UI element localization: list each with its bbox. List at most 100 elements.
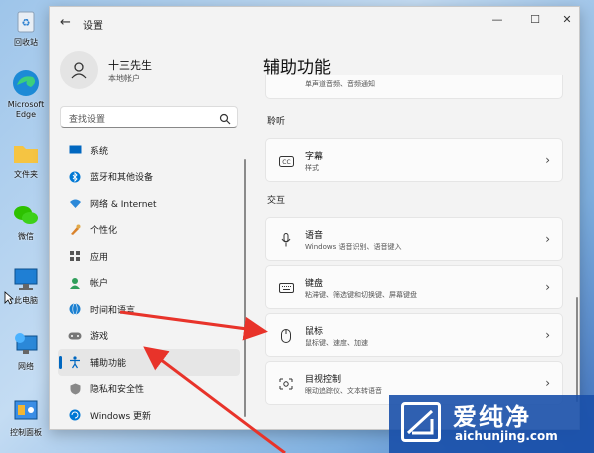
keyboard-icon	[278, 280, 294, 296]
card-title: 目视控制	[305, 375, 342, 385]
sidebar-item-accounts[interactable]: 帐户	[58, 270, 240, 297]
sidebar-item-accessibility[interactable]: 辅助功能	[58, 349, 240, 376]
desktop-icon-label: Microsoft Edge	[7, 100, 45, 119]
desktop-icon-network[interactable]: 网络	[4, 330, 48, 372]
sidebar-item-label: Windows 更新	[90, 411, 152, 422]
content-scrollbar[interactable]	[576, 297, 578, 402]
desktop-icon-wechat[interactable]: 微信	[4, 200, 48, 242]
update-icon	[68, 408, 82, 422]
svg-text:CC: CC	[282, 159, 290, 166]
sidebar-nav: 系统 蓝牙和其他设备 网络 & Internet 个性化 应用 帐户 时间和语言	[58, 137, 240, 429]
desktop-icon-label: 控制面板	[10, 428, 42, 437]
account-icon	[68, 276, 82, 290]
keyboard-card[interactable]: 键盘 粘滞键、筛选键和切换键、屏幕键盘 ›	[265, 265, 563, 309]
sidebar-item-privacy[interactable]: 隐私和安全性	[58, 376, 240, 403]
back-arrow-icon[interactable]: ←	[60, 15, 71, 30]
desktop-icon-label: 文件夹	[14, 170, 38, 179]
bluetooth-icon	[68, 170, 82, 184]
audio-card[interactable]: 单声道音频、音频通知	[265, 75, 563, 99]
this-pc-icon	[11, 264, 41, 294]
sidebar-item-network[interactable]: 网络 & Internet	[58, 190, 240, 217]
sidebar-item-label: 蓝牙和其他设备	[90, 173, 154, 184]
card-title: 鼠标	[305, 327, 324, 337]
mouse-cursor	[4, 290, 15, 309]
eye-control-icon	[278, 376, 294, 392]
chevron-right-icon: ›	[545, 232, 550, 246]
card-title: 语音	[305, 231, 324, 241]
system-icon	[68, 143, 82, 157]
mouse-card[interactable]: 鼠标 鼠标键、速度、加速 ›	[265, 313, 563, 357]
wifi-icon	[68, 196, 82, 210]
title-bar: ← 设置 — ☐ ✕	[50, 7, 579, 39]
sidebar-item-label: 帐户	[90, 279, 109, 290]
card-subtitle: 粘滞键、筛选键和切换键、屏幕键盘	[305, 291, 417, 299]
card-title: 键盘	[305, 279, 324, 289]
sidebar-item-personalization[interactable]: 个性化	[58, 217, 240, 244]
desktop-icon-folder[interactable]: 文件夹	[4, 138, 48, 180]
user-icon	[71, 62, 87, 79]
shield-icon	[68, 382, 82, 396]
card-title: 字幕	[305, 152, 324, 162]
control-panel-icon	[11, 396, 41, 426]
card-subtitle: 眼动追踪仪、文本转语音	[305, 387, 382, 395]
settings-window: ← 设置 — ☐ ✕ 十三先生 本地帐户 查找设置 系统 蓝牙和其他设备 网络 …	[49, 6, 580, 430]
desktop-icon-control-panel[interactable]: 控制面板	[4, 396, 48, 438]
user-profile[interactable]: 十三先生 本地帐户	[60, 51, 250, 91]
card-subtitle: 样式	[305, 164, 319, 172]
search-icon[interactable]	[219, 110, 231, 129]
maximize-button[interactable]: ☐	[520, 13, 550, 26]
desktop-icon-label: 此电脑	[14, 296, 38, 305]
card-subtitle: Windows 语音识别、语音键入	[305, 243, 402, 251]
close-button[interactable]: ✕	[552, 13, 579, 26]
sidebar-scrollbar[interactable]	[244, 159, 246, 417]
avatar	[60, 51, 98, 89]
watermark-brand: 爱纯净	[453, 403, 531, 431]
account-type: 本地帐户	[108, 74, 140, 83]
chevron-right-icon: ›	[545, 328, 550, 342]
desktop-icon-label: 微信	[18, 232, 34, 241]
sidebar-item-label: 游戏	[90, 332, 109, 343]
search-placeholder: 查找设置	[69, 115, 106, 125]
svg-text:♻: ♻	[22, 18, 31, 29]
chevron-right-icon: ›	[545, 280, 550, 294]
desktop-icon-recycle-bin[interactable]: ♻ 回收站	[4, 6, 48, 48]
sidebar-item-label: 辅助功能	[90, 358, 127, 369]
chevron-right-icon: ›	[545, 376, 550, 390]
watermark-logo-icon	[401, 402, 441, 442]
card-subtitle: 单声道音频、音频通知	[305, 80, 375, 88]
desktop-icon-label: 回收站	[14, 38, 38, 47]
globe-icon	[68, 302, 82, 316]
desktop-icon-edge[interactable]: Microsoft Edge	[4, 68, 48, 120]
search-input[interactable]: 查找设置	[60, 106, 238, 128]
sidebar-item-label: 隐私和安全性	[90, 385, 145, 396]
window-title: 设置	[83, 21, 103, 32]
minimize-button[interactable]: —	[482, 13, 512, 26]
folder-icon	[11, 138, 41, 168]
sidebar-item-windows-update[interactable]: Windows 更新	[58, 402, 240, 429]
sidebar-item-time-language[interactable]: 时间和语言	[58, 296, 240, 323]
sidebar-item-apps[interactable]: 应用	[58, 243, 240, 270]
captions-icon: CC	[278, 153, 294, 169]
edge-icon	[11, 68, 41, 98]
apps-icon	[68, 249, 82, 263]
sidebar-item-bluetooth[interactable]: 蓝牙和其他设备	[58, 164, 240, 191]
section-heading-interaction: 交互	[267, 196, 286, 206]
section-heading-hearing: 聆听	[267, 117, 286, 127]
captions-card[interactable]: CC 字幕 样式 ›	[265, 138, 563, 182]
speech-card[interactable]: 语音 Windows 语音识别、语音键入 ›	[265, 217, 563, 261]
user-name: 十三先生	[108, 59, 152, 72]
mouse-icon	[278, 328, 294, 344]
gamepad-icon	[68, 329, 82, 343]
watermark-url: aichunjing.com	[455, 429, 558, 443]
accessibility-icon	[68, 355, 82, 369]
sidebar-item-label: 个性化	[90, 226, 118, 237]
sidebar-item-system[interactable]: 系统	[58, 137, 240, 164]
wechat-icon	[11, 200, 41, 230]
network-icon	[11, 330, 41, 360]
watermark: 爱纯净 aichunjing.com	[389, 395, 594, 453]
chevron-right-icon: ›	[545, 153, 550, 167]
card-subtitle: 鼠标键、速度、加速	[305, 339, 368, 347]
sidebar-item-label: 时间和语言	[90, 305, 136, 316]
sidebar-item-label: 网络 & Internet	[90, 199, 157, 210]
sidebar-item-gaming[interactable]: 游戏	[58, 323, 240, 350]
